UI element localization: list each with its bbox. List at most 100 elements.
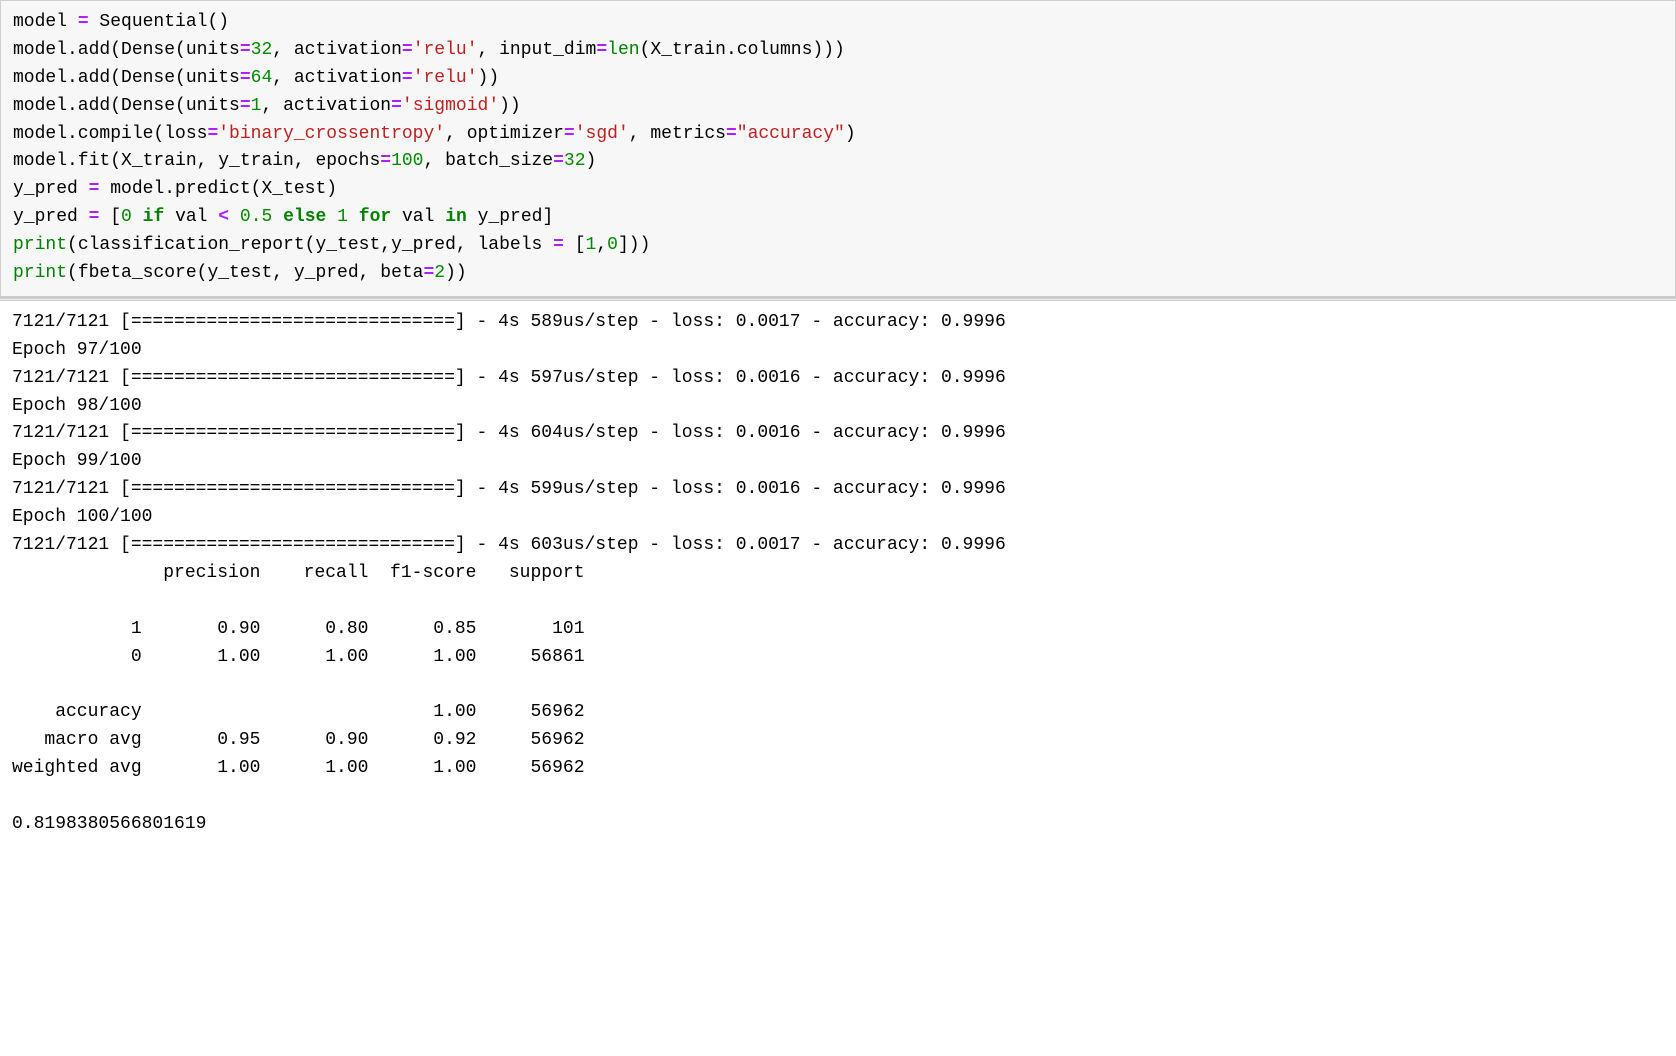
code-token: print xyxy=(13,235,67,255)
code-token: 1 xyxy=(586,235,597,255)
training-log-line: 7121/7121 [=============================… xyxy=(12,420,1664,448)
code-token: 1 xyxy=(251,96,262,116)
training-log-line: Epoch 100/100 xyxy=(12,504,1664,532)
code-token: = xyxy=(380,151,391,171)
code-token: 2 xyxy=(434,263,445,283)
classification-report-row: accuracy 1.00 56962 xyxy=(12,699,1664,727)
classification-report-row: weighted avg 1.00 1.00 1.00 56962 xyxy=(12,755,1664,783)
code-token: (fbeta_score(y_test, y_pred, beta xyxy=(67,263,423,283)
code-token: )) xyxy=(445,263,467,283)
code-token: = xyxy=(89,207,100,227)
code-token: 100 xyxy=(391,151,423,171)
code-token: ) xyxy=(586,151,597,171)
code-token: y_pred] xyxy=(467,207,553,227)
code-token: 'relu' xyxy=(413,68,478,88)
code-token: < xyxy=(218,207,229,227)
code-token: = xyxy=(596,40,607,60)
training-log-line: 7121/7121 [=============================… xyxy=(12,476,1664,504)
code-token: "accuracy" xyxy=(737,124,845,144)
code-token: = xyxy=(553,151,564,171)
code-token: 1 xyxy=(337,207,348,227)
classification-report-row xyxy=(12,671,1664,699)
code-token: = xyxy=(240,96,251,116)
code-token: y_pred xyxy=(13,179,89,199)
code-token: in xyxy=(445,207,467,227)
code-input-cell[interactable]: model = Sequential() model.add(Dense(unit… xyxy=(0,0,1676,297)
output-blank xyxy=(12,783,1664,811)
code-token: , metrics xyxy=(629,124,726,144)
code-token: 32 xyxy=(564,151,586,171)
code-line: model = Sequential() xyxy=(13,9,1663,37)
code-token: model.predict(X_test) xyxy=(99,179,337,199)
code-token xyxy=(326,207,337,227)
code-line: model.add(Dense(units=64, activation='re… xyxy=(13,65,1663,93)
code-token: 'relu' xyxy=(413,40,478,60)
code-token: [ xyxy=(99,207,121,227)
code-token: (X_train.columns))) xyxy=(640,40,845,60)
code-token: )) xyxy=(499,96,521,116)
code-token xyxy=(229,207,240,227)
code-token: = xyxy=(564,124,575,144)
code-token: = xyxy=(240,68,251,88)
code-token: Sequential() xyxy=(89,12,229,32)
code-token: ) xyxy=(845,124,856,144)
code-token xyxy=(348,207,359,227)
code-token: , activation xyxy=(272,68,402,88)
code-token: 64 xyxy=(251,68,273,88)
code-token xyxy=(272,207,283,227)
code-line: y_pred = model.predict(X_test) xyxy=(13,176,1663,204)
code-token: for xyxy=(359,207,391,227)
code-token: = xyxy=(89,179,100,199)
code-token: val xyxy=(164,207,218,227)
classification-report-row: 1 0.90 0.80 0.85 101 xyxy=(12,616,1664,644)
code-token: model.add(Dense(units xyxy=(13,40,240,60)
code-token: print xyxy=(13,263,67,283)
code-token: 0 xyxy=(607,235,618,255)
classification-report-header: precision recall f1-score support xyxy=(12,560,1664,588)
code-token: = xyxy=(402,40,413,60)
code-token: model.add(Dense(units xyxy=(13,96,240,116)
code-token: (classification_report(y_test,y_pred, la… xyxy=(67,235,553,255)
code-token: , xyxy=(596,235,607,255)
classification-report-row xyxy=(12,588,1664,616)
code-token: 0 xyxy=(121,207,132,227)
code-output-cell: 7121/7121 [=============================… xyxy=(0,300,1676,847)
code-token: if xyxy=(143,207,165,227)
code-token: = xyxy=(240,40,251,60)
code-token: , batch_size xyxy=(423,151,553,171)
code-token: else xyxy=(283,207,326,227)
code-line: print(fbeta_score(y_test, y_pred, beta=2… xyxy=(13,260,1663,288)
code-token: [ xyxy=(564,235,586,255)
code-token: 32 xyxy=(251,40,273,60)
code-token xyxy=(132,207,143,227)
code-token: = xyxy=(726,124,737,144)
code-token: = xyxy=(402,68,413,88)
code-token: )) xyxy=(478,68,500,88)
code-line: model.fit(X_train, y_train, epochs=100, … xyxy=(13,148,1663,176)
code-token: , input_dim xyxy=(478,40,597,60)
code-token: model xyxy=(13,12,78,32)
code-token: , activation xyxy=(272,40,402,60)
code-token: = xyxy=(423,263,434,283)
code-token: model.add(Dense(units xyxy=(13,68,240,88)
training-log-line: 7121/7121 [=============================… xyxy=(12,309,1664,337)
code-token: 0.5 xyxy=(240,207,272,227)
code-token: = xyxy=(553,235,564,255)
training-log-line: Epoch 99/100 xyxy=(12,448,1664,476)
code-line: model.add(Dense(units=1, activation='sig… xyxy=(13,93,1663,121)
code-token: model.compile(loss xyxy=(13,124,207,144)
code-token: = xyxy=(78,12,89,32)
code-line: print(classification_report(y_test,y_pre… xyxy=(13,232,1663,260)
code-token: , optimizer xyxy=(445,124,564,144)
classification-report-row: 0 1.00 1.00 1.00 56861 xyxy=(12,644,1664,672)
code-token: val xyxy=(391,207,445,227)
code-token: y_pred xyxy=(13,207,89,227)
code-token: 'sgd' xyxy=(575,124,629,144)
training-log-line: 7121/7121 [=============================… xyxy=(12,532,1664,560)
training-log-line: 7121/7121 [=============================… xyxy=(12,365,1664,393)
code-token: model.fit(X_train, y_train, epochs xyxy=(13,151,380,171)
code-token: , activation xyxy=(261,96,391,116)
classification-report-row: macro avg 0.95 0.90 0.92 56962 xyxy=(12,727,1664,755)
code-line: y_pred = [0 if val < 0.5 else 1 for val … xyxy=(13,204,1663,232)
code-token: 'sigmoid' xyxy=(402,96,499,116)
